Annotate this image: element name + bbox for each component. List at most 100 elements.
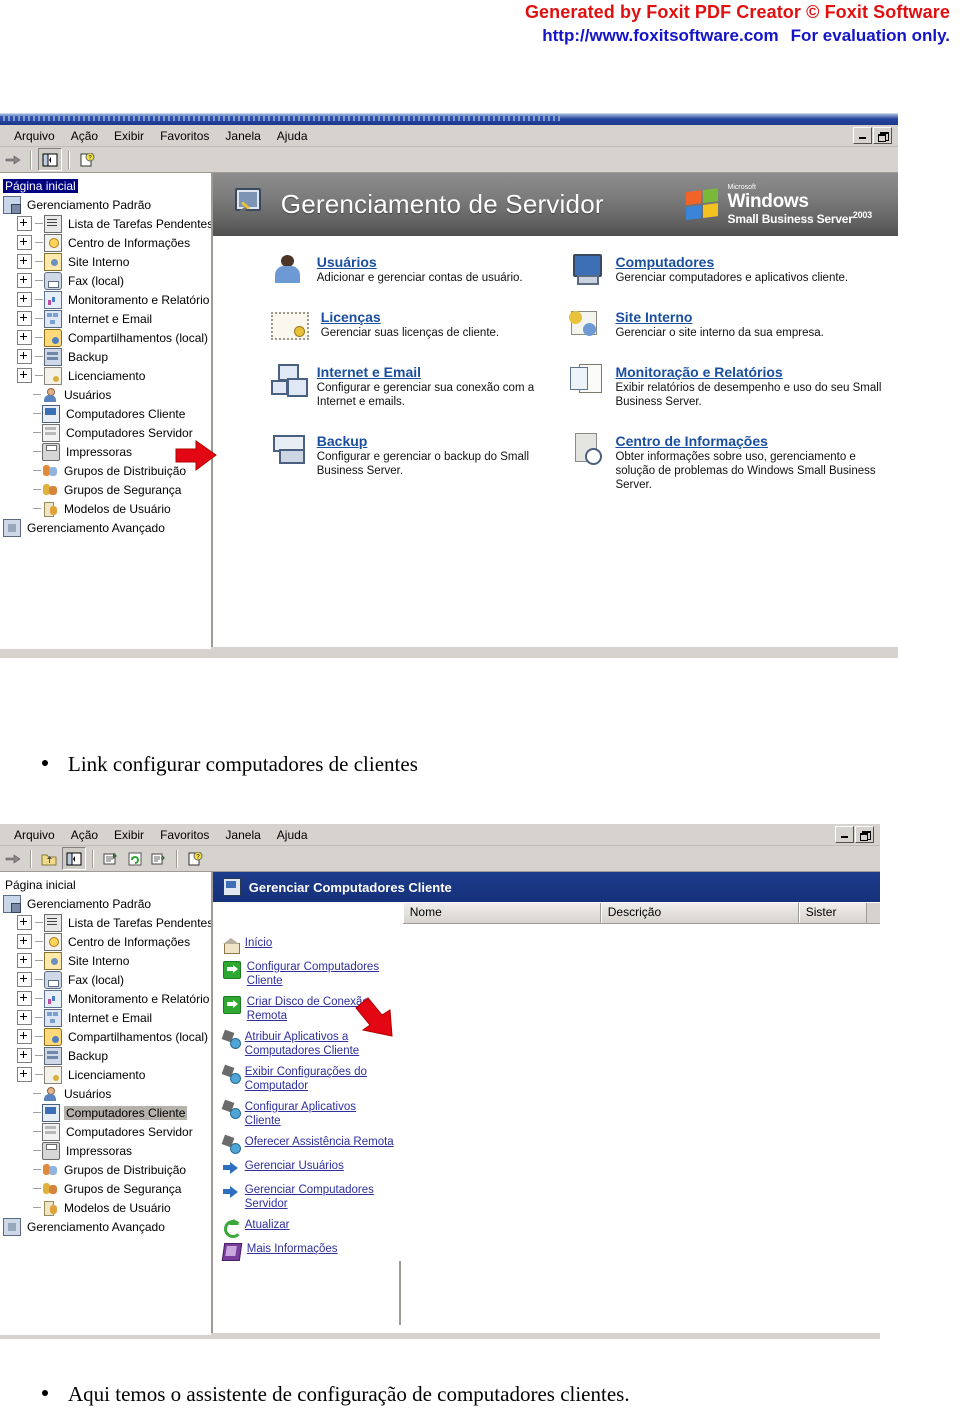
tree-item-lista-de-tarefas-pendentes[interactable]: Lista de Tarefas Pendentes [3,214,211,233]
task-link-atribuir-aplicativos-a-computadores-cliente[interactable]: Atribuir Aplicativos a Computadores Clie… [245,1030,395,1058]
home-card[interactable]: Usuários Adicionar e gerenciar contas de … [271,254,570,285]
card-link-site-interno[interactable]: Site Interno [615,309,823,325]
task-link-gerenciar-usu-rios[interactable]: Gerenciar Usuários [245,1159,344,1173]
expand-plus-icon[interactable] [17,216,32,231]
card-link-centro-de-informa-es[interactable]: Centro de Informações [615,433,885,449]
expand-plus-icon[interactable] [17,254,32,269]
restore-button[interactable] [873,127,892,144]
task-link[interactable]: Oferecer Assistência Remota [223,1135,413,1154]
tree-item-fax-local[interactable]: Fax (local) [3,271,211,290]
home-card[interactable]: Backup Configurar e gerenciar o backup do… [271,433,570,478]
menu-exibir[interactable]: Exibir [106,127,152,145]
tree-item-internet-e-email[interactable]: Internet e Email [3,309,211,328]
tree-item-p-gina-inicial[interactable]: Página inicial [3,875,211,894]
task-link-atualizar[interactable]: Atualizar [245,1218,290,1232]
tree-item-fax-local[interactable]: Fax (local) [3,970,211,989]
menu-arquivo[interactable]: Arquivo [6,127,63,145]
task-link[interactable]: Exibir Configurações do Computador [223,1065,413,1093]
tree-item-computadores-cliente[interactable]: Computadores Cliente [3,1103,211,1122]
task-link[interactable]: Gerenciar Usuários [222,1159,413,1176]
menu-ajuda[interactable]: Ajuda [269,127,316,145]
task-link-oferecer-assist-ncia-remota[interactable]: Oferecer Assistência Remota [245,1135,394,1149]
task-link[interactable]: Gerenciar Computadores Servidor [222,1183,413,1211]
task-link[interactable]: Atribuir Aplicativos a Computadores Clie… [223,1030,413,1058]
tree-item-licenciamento[interactable]: Licenciamento [3,366,211,385]
window1-titlebar[interactable] [0,113,898,125]
tree-item-internet-e-email[interactable]: Internet e Email [3,1008,211,1027]
expand-plus-icon[interactable] [17,349,32,364]
task-link-configurar-aplicativos-cliente[interactable]: Configurar Aplicativos Cliente [245,1100,395,1128]
column-header-descricao[interactable]: Descrição [600,903,799,923]
window1-tree-pane[interactable]: Página inicial Gerenciamento Padrão Lista … [0,173,211,649]
tree-item-gerenciamento-padr-o[interactable]: Gerenciamento Padrão [3,894,211,913]
window2-console-tree[interactable]: Página inicial Gerenciamento Padrão Lista … [1,873,211,1236]
menu2-janela[interactable]: Janela [217,826,268,844]
tree-item-site-interno[interactable]: Site Interno [3,252,211,271]
tree-item-gerenciamento-padr-o[interactable]: Gerenciamento Padrão [3,195,211,214]
window2-tree-pane[interactable]: Página inicial Gerenciamento Padrão Lista … [0,872,211,1335]
task-link[interactable]: Configurar Aplicativos Cliente [223,1100,413,1128]
refresh-button[interactable] [124,848,146,869]
expand-plus-icon[interactable] [17,953,32,968]
expand-plus-icon[interactable] [17,292,32,307]
task-link-configurar-computadores-cliente[interactable]: Configurar Computadores Cliente [247,960,397,988]
tree-item-licenciamento[interactable]: Licenciamento [3,1065,211,1084]
expand-plus-icon[interactable] [17,934,32,949]
expand-plus-icon[interactable] [17,1029,32,1044]
task-link-in-cio[interactable]: Início [245,936,273,950]
tree-item-grupos-de-seguran-a[interactable]: Grupos de Segurança [3,480,211,499]
restore-button-2[interactable] [855,826,874,843]
menu2-acao[interactable]: Ação [63,826,106,844]
tree-item-computadores-cliente[interactable]: Computadores Cliente [3,404,211,423]
tree-item-site-interno[interactable]: Site Interno [3,951,211,970]
tree-item-impressoras[interactable]: Impressoras [3,1141,211,1160]
tree-item-usu-rios[interactable]: Usuários [3,1084,211,1103]
tree-item-usu-rios[interactable]: Usuários [3,385,211,404]
expand-plus-icon[interactable] [17,1048,32,1063]
tree-item-compartilhamentos-local[interactable]: Compartilhamentos (local) [3,1027,211,1046]
help-button[interactable]: ? [76,149,98,170]
column-header-sistema[interactable]: Sister [798,903,867,923]
home-card[interactable]: Computadores Gerenciar computadores e apl… [569,254,898,285]
show-tree-button[interactable] [38,148,62,171]
tree-item-monitoramento-e-relat-rio[interactable]: Monitoramento e Relatório [3,290,211,309]
home-card[interactable]: Internet e Email Configurar e gerenciar s… [270,364,570,409]
card-link-licen-as[interactable]: Licenças [321,309,499,325]
task-link-exibir-configura-es-do-computador[interactable]: Exibir Configurações do Computador [245,1065,395,1093]
task-link[interactable]: Criar Disco de Conexão Remota [222,995,413,1023]
task-link-mais-informa-es[interactable]: Mais Informações [247,1242,338,1256]
window1-console-tree[interactable]: Página inicial Gerenciamento Padrão Lista … [1,174,211,537]
tree-item-backup[interactable]: Backup [3,1046,211,1065]
menu2-favoritos[interactable]: Favoritos [152,826,217,844]
card-link-monitora-o-e-relat-rios[interactable]: Monitoração e Relatórios [615,364,885,380]
menu2-exibir[interactable]: Exibir [106,826,152,844]
forward-button[interactable] [2,149,24,170]
tree-item-grupos-de-distribui-o[interactable]: Grupos de Distribuição [3,1160,211,1179]
card-link-computadores[interactable]: Computadores [615,254,848,270]
expand-plus-icon[interactable] [17,915,32,930]
expand-plus-icon[interactable] [17,972,32,987]
properties-button[interactable] [100,848,122,869]
tree-item-impressoras[interactable]: Impressoras [3,442,211,461]
minimize-button[interactable] [853,127,872,144]
minimize-button-2[interactable] [835,826,854,843]
expand-plus-icon[interactable] [17,235,32,250]
expand-plus-icon[interactable] [17,368,32,383]
menu-janela[interactable]: Janela [217,127,268,145]
up-one-level-button[interactable] [38,848,60,869]
show-tree-button-2[interactable] [62,847,86,870]
tree-item-modelos-de-usu-rio[interactable]: Modelos de Usuário [3,1198,211,1217]
expand-plus-icon[interactable] [17,1010,32,1025]
tree-item-lista-de-tarefas-pendentes[interactable]: Lista de Tarefas Pendentes [3,913,211,932]
task-link[interactable]: Configurar Computadores Cliente [222,960,413,988]
forward-button-2[interactable] [2,848,24,869]
tree-item-gerenciamento-avan-ado[interactable]: Gerenciamento Avançado [3,1217,211,1236]
expand-plus-icon[interactable] [17,330,32,345]
tree-item-compartilhamentos-local[interactable]: Compartilhamentos (local) [3,328,211,347]
card-link-backup[interactable]: Backup [317,433,547,449]
card-link-usu-rios[interactable]: Usuários [317,254,523,270]
export-list-button[interactable] [148,848,170,869]
expand-plus-icon[interactable] [17,1067,32,1082]
task-link-criar-disco-de-conex-o-remota[interactable]: Criar Disco de Conexão Remota [247,995,397,1023]
menu-acao[interactable]: Ação [63,127,106,145]
